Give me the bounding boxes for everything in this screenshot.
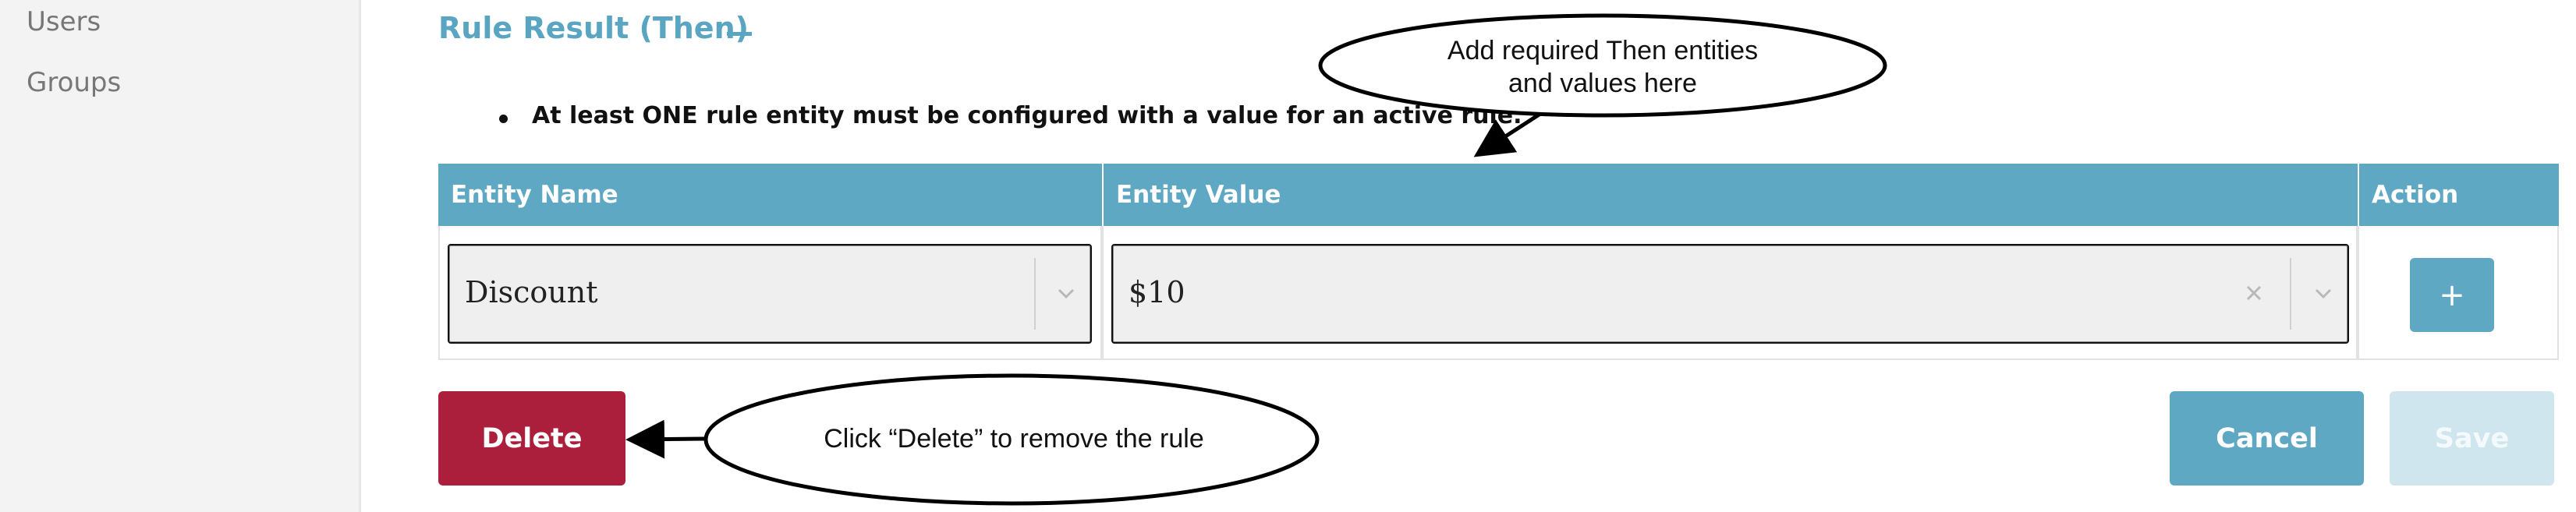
annotation-overlay [625, 13, 1887, 506]
callout-line: and values here [1508, 69, 1697, 98]
callout-arrow-top [1473, 111, 1542, 157]
callout-arrow-bottom [625, 419, 707, 459]
callout-text-bottom: Click “Delete” to remove the rule [824, 424, 1204, 454]
callout-text-top: Add required Then entities and values he… [1369, 34, 1837, 100]
callout-line: Add required Then entities [1447, 36, 1759, 65]
